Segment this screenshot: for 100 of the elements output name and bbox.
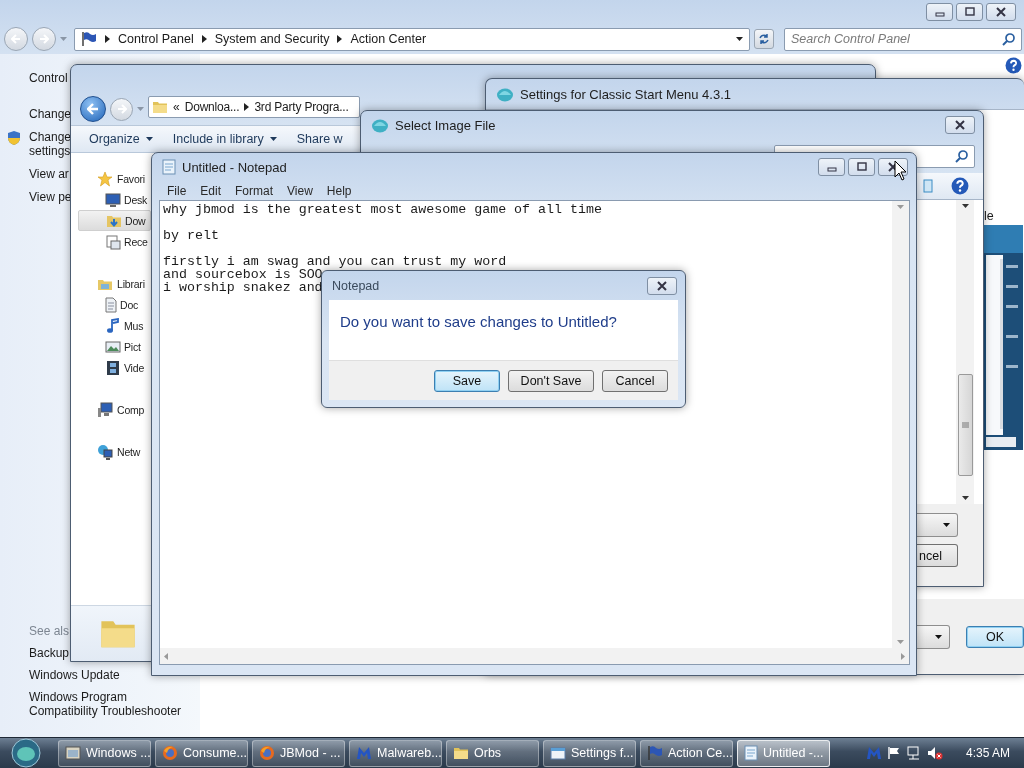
see-also-link[interactable]: Windows Update bbox=[29, 668, 120, 682]
nav-label: Doc bbox=[120, 298, 139, 311]
nav-item[interactable]: Favori bbox=[78, 168, 151, 189]
toolbar-button[interactable]: Organize bbox=[89, 132, 153, 146]
arrow-left-icon bbox=[87, 103, 99, 115]
chevron-right-icon bbox=[105, 35, 110, 43]
dialog-button[interactable]: Don't Save bbox=[508, 369, 594, 392]
caret-icon bbox=[961, 204, 969, 208]
search-field[interactable]: Search Control Panel bbox=[784, 27, 1022, 51]
left-arrow-icon bbox=[164, 652, 168, 660]
search-placeholder: Search Control Panel bbox=[791, 32, 911, 46]
maximize-button[interactable] bbox=[956, 3, 983, 21]
taskbar-button[interactable]: Consume... bbox=[155, 739, 248, 767]
search-icon bbox=[1002, 32, 1015, 46]
menu-item[interactable]: File bbox=[160, 183, 194, 198]
dropdown[interactable] bbox=[917, 513, 958, 537]
minimize-button[interactable] bbox=[926, 3, 953, 21]
close-button[interactable] bbox=[986, 3, 1016, 21]
text-line: by relt bbox=[163, 229, 219, 242]
vertical-scrollbar[interactable] bbox=[892, 201, 909, 648]
menu-item[interactable]: View bbox=[280, 183, 320, 198]
breadcrumb-item[interactable]: System and Security bbox=[214, 32, 330, 46]
caret-icon bbox=[137, 107, 144, 111]
ok-button[interactable]: OK bbox=[966, 625, 1024, 648]
task-link[interactable]: Control bbox=[29, 71, 68, 85]
caret-icon bbox=[897, 640, 904, 644]
maximize-button[interactable] bbox=[848, 158, 875, 176]
menu-item[interactable]: Format bbox=[228, 183, 281, 198]
toolbar-button[interactable]: Include in library bbox=[172, 132, 277, 146]
maximize-icon bbox=[964, 7, 975, 17]
nav-item[interactable]: Pict bbox=[78, 336, 151, 357]
nav-item[interactable]: Comp bbox=[78, 399, 151, 420]
address-bar[interactable]: Control Panel System and Security Action Center bbox=[74, 27, 750, 51]
taskbar-button[interactable]: Settings f... bbox=[543, 739, 636, 767]
minimize-button[interactable] bbox=[818, 158, 845, 176]
help-icon bbox=[951, 177, 969, 195]
see-also-link[interactable]: Windows Program Compatibility Troubleshooter bbox=[29, 690, 194, 718]
grip-icon bbox=[961, 422, 969, 428]
taskbar-button[interactable]: Orbs bbox=[446, 739, 539, 767]
nav-label: Vide bbox=[124, 361, 145, 374]
caret-icon bbox=[60, 37, 67, 41]
see-also-link[interactable]: Backup bbox=[29, 646, 70, 660]
firefox-icon bbox=[162, 745, 178, 761]
close-button[interactable] bbox=[945, 116, 975, 134]
flag-icon bbox=[81, 31, 97, 47]
dropdown[interactable] bbox=[917, 624, 950, 649]
nav-item[interactable]: Netw bbox=[78, 441, 151, 462]
star-icon bbox=[97, 170, 113, 187]
address-bar[interactable]: « Downloa... 3rd Party Progra... bbox=[148, 96, 360, 118]
breadcrumb-item[interactable]: Downloa... bbox=[184, 100, 240, 114]
breadcrumb-item[interactable]: Control Panel bbox=[118, 32, 194, 46]
nav-item[interactable]: Rece bbox=[78, 231, 151, 252]
nav-item[interactable]: Librari bbox=[78, 273, 151, 294]
task-link[interactable]: View ar bbox=[29, 167, 69, 181]
forward-button[interactable] bbox=[32, 27, 56, 51]
dialog-button[interactable]: Cancel bbox=[602, 369, 668, 392]
monitor-icon bbox=[105, 191, 121, 208]
task-link[interactable]: Change bbox=[29, 107, 72, 121]
taskbar-button[interactable]: JBMod - ... bbox=[252, 739, 345, 767]
dialog-button[interactable]: Save bbox=[434, 369, 500, 392]
breadcrumb-item[interactable]: 3rd Party Progra... bbox=[254, 100, 349, 114]
close-icon bbox=[656, 280, 668, 291]
close-button[interactable] bbox=[647, 276, 677, 295]
task-link[interactable]: Change settings bbox=[29, 130, 69, 158]
computer-icon bbox=[97, 401, 113, 418]
caret-icon bbox=[943, 523, 950, 527]
caret-icon bbox=[897, 205, 904, 209]
taskbar-button[interactable]: Windows ... bbox=[58, 739, 151, 767]
toolbar-button[interactable]: Share w bbox=[296, 132, 343, 146]
refresh-button[interactable] bbox=[754, 29, 774, 49]
nav-label: Comp bbox=[117, 403, 145, 416]
overflow-chevron[interactable]: « bbox=[173, 100, 180, 114]
menu-item[interactable]: Help bbox=[319, 183, 359, 198]
scrollbar[interactable] bbox=[956, 200, 974, 504]
notepad-icon bbox=[162, 159, 176, 175]
pictures-icon bbox=[105, 338, 121, 355]
menu-item[interactable]: Edit bbox=[193, 183, 229, 198]
nav-item[interactable]: Vide bbox=[78, 357, 151, 378]
flag-icon bbox=[886, 746, 901, 760]
option-label: le bbox=[984, 208, 995, 224]
breadcrumb-item[interactable]: Action Center bbox=[350, 32, 427, 46]
nav-item[interactable]: Mus bbox=[78, 315, 151, 336]
dialog-button[interactable]: ncel bbox=[917, 544, 958, 567]
window-icon bbox=[65, 745, 81, 761]
nav-item[interactable]: Dow bbox=[78, 210, 151, 231]
close-icon bbox=[954, 120, 966, 130]
taskbar-button[interactable]: Action Ce... bbox=[640, 739, 733, 767]
horizontal-scrollbar[interactable] bbox=[160, 648, 909, 664]
malwarebytes-icon bbox=[865, 745, 882, 761]
arrow-left-icon bbox=[11, 34, 21, 44]
caret-icon bbox=[935, 634, 942, 639]
clock: 4:35 AM bbox=[965, 746, 1010, 760]
nav-label: Librari bbox=[117, 277, 145, 290]
nav-item[interactable]: Desk bbox=[78, 189, 151, 210]
taskbar-button[interactable]: Malwareb... bbox=[349, 739, 442, 767]
nav-item[interactable]: Doc bbox=[78, 294, 151, 315]
back-button[interactable] bbox=[80, 96, 106, 122]
nav-label: Desk bbox=[124, 193, 148, 206]
caret-icon bbox=[736, 37, 743, 41]
music-note-icon bbox=[105, 317, 121, 334]
